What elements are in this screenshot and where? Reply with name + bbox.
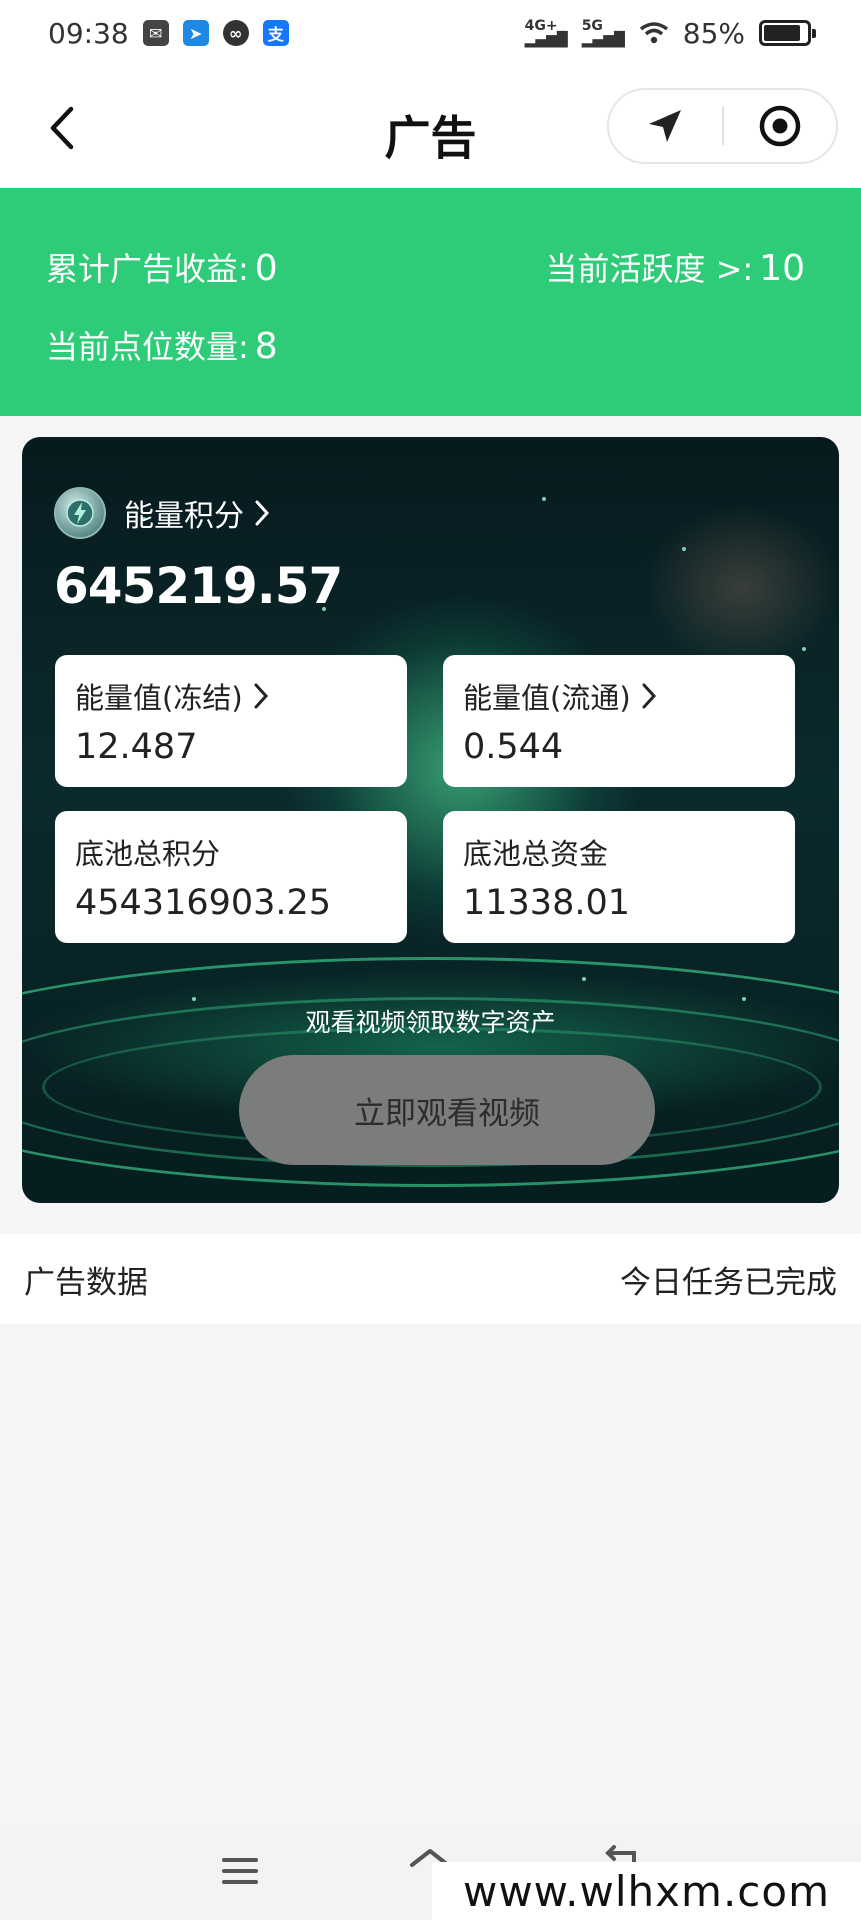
lightning-badge-icon: [54, 487, 106, 539]
decorative-star: [682, 547, 686, 551]
menu-button[interactable]: [210, 1846, 270, 1896]
activity-label: 当前活跃度 >:: [545, 250, 754, 288]
mini-program-capsule: [607, 88, 838, 164]
message-notification-icon: ✉: [142, 20, 169, 46]
watermark-text: www.wlhxm.com: [432, 1862, 861, 1920]
ad-income-label: 累计广告收益:: [46, 250, 249, 288]
send-notification-icon: ➤: [182, 20, 209, 46]
decorative-star: [742, 997, 746, 1001]
ad-data-row[interactable]: 广告数据 今日任务已完成: [0, 1234, 861, 1324]
stat-value: 11338.01: [463, 883, 631, 923]
points-label: 当前点位数量:: [46, 328, 249, 366]
signal-4g-icon: 4G+ ▂▄▆█: [524, 18, 568, 48]
pool-total-funds-card: 底池总资金 11338.01: [443, 811, 795, 943]
chevron-right-icon: [255, 500, 270, 526]
link-notification-icon: ∞: [222, 20, 249, 46]
energy-circulating-card[interactable]: 能量值(流通) 0.544: [443, 655, 795, 787]
signal-5g-icon: 5G ▂▄▆█: [581, 18, 625, 48]
chevron-right-icon: [254, 683, 268, 709]
ad-income-value: 0: [254, 248, 278, 289]
points-summary: 当前点位数量: 8: [46, 322, 278, 368]
chevron-right-icon: [642, 683, 656, 709]
decorative-star: [542, 497, 546, 501]
stat-label-row: 能量值(流通): [463, 675, 795, 717]
location-button[interactable]: [609, 90, 722, 162]
status-right: 4G+ ▂▄▆█ 5G ▂▄▆█ 85%: [524, 16, 816, 50]
battery-fill: [764, 25, 800, 41]
status-left: 09:38 ✉ ➤ ∞ 支: [48, 17, 289, 50]
close-mini-program-button[interactable]: [724, 90, 837, 162]
energy-frozen-card[interactable]: 能量值(冻结) 12.487: [55, 655, 407, 787]
summary-panel: 累计广告收益: 0 当前活跃度 >: 10 当前点位数量: 8: [0, 188, 861, 416]
wifi-icon: [639, 22, 668, 44]
stat-label: 底池总资金: [463, 837, 609, 871]
energy-points-title: 能量积分: [124, 491, 270, 535]
battery-percent: 85%: [682, 16, 745, 50]
status-bar: 09:38 ✉ ➤ ∞ 支 4G+ ▂▄▆█ 5G ▂▄▆█ 85%: [0, 0, 861, 66]
menu-icon: [222, 1858, 258, 1884]
ad-income-summary: 累计广告收益: 0: [46, 244, 278, 290]
stat-value: 0.544: [463, 727, 564, 767]
decorative-star: [192, 997, 196, 1001]
pool-total-points-card: 底池总积分 454316903.25: [55, 811, 407, 943]
battery-icon: [759, 20, 816, 46]
decorative-star: [582, 977, 586, 981]
activity-value: 10: [759, 248, 805, 289]
target-circle-icon: [759, 105, 800, 147]
location-arrow-icon: [649, 110, 682, 142]
activity-summary[interactable]: 当前活跃度 >: 10: [545, 244, 805, 290]
nav-bar: 广告: [0, 66, 861, 188]
energy-card: 能量积分 645219.57 能量值(冻结) 12.487 能量值(流通) 0.…: [22, 437, 839, 1203]
energy-points-link[interactable]: 能量积分: [54, 487, 270, 539]
energy-points-total: 645219.57: [54, 557, 343, 615]
status-time: 09:38: [48, 16, 129, 50]
stat-label: 能量值(流通): [463, 681, 631, 715]
watch-caption: 观看视频领取数字资产: [305, 1008, 556, 1037]
stat-label: 底池总积分: [75, 837, 221, 871]
stat-label-row: 能量值(冻结): [75, 675, 407, 717]
energy-points-label: 能量积分: [124, 499, 244, 534]
ad-task-status: 今日任务已完成: [620, 1264, 837, 1301]
watch-video-button[interactable]: 立即观看视频: [239, 1055, 655, 1165]
stat-label: 能量值(冻结): [75, 681, 243, 715]
stat-value: 454316903.25: [75, 883, 332, 923]
lightning-icon: [66, 499, 94, 527]
alipay-notification-icon: 支: [262, 20, 289, 46]
stat-value: 12.487: [75, 727, 198, 767]
points-value: 8: [254, 326, 278, 367]
ad-data-label: 广告数据: [24, 1264, 148, 1301]
decorative-star: [802, 647, 806, 651]
